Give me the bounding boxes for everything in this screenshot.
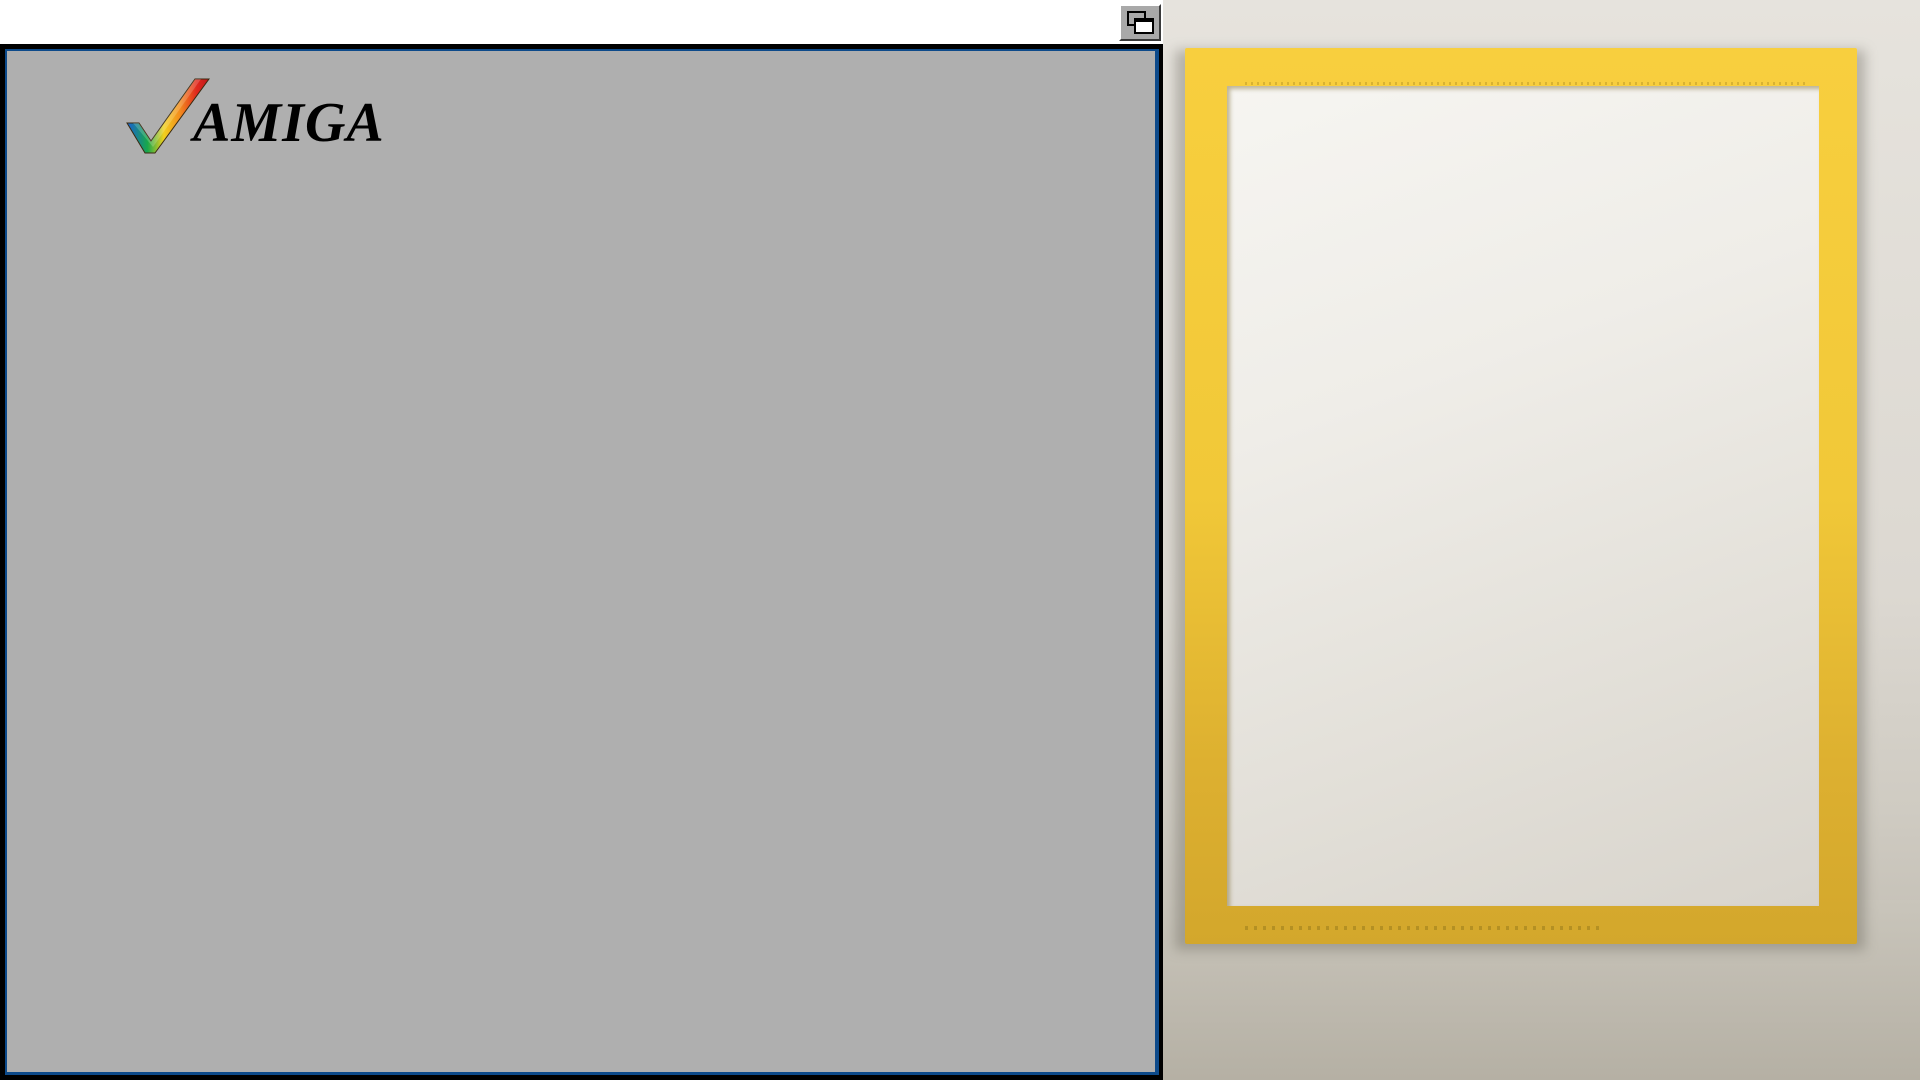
window-content-area: AMIGA [7, 51, 1155, 1072]
picture-frame-artwork [1163, 0, 1920, 1080]
frame-texture-top [1245, 82, 1805, 85]
depth-gadget-button[interactable] [1119, 4, 1161, 41]
amiga-screen: AMIGA [0, 0, 1920, 1080]
blank-canvas [1227, 86, 1819, 906]
window-border: AMIGA [5, 49, 1159, 1075]
amiga-logo-text: AMIGA [193, 92, 385, 154]
main-window: AMIGA [0, 44, 1163, 1080]
window-depth-icon [1127, 11, 1154, 34]
frame-texture-bottom [1245, 926, 1605, 930]
amiga-logo: AMIGA [125, 77, 435, 157]
window-title-bar[interactable] [0, 0, 1163, 44]
yellow-picture-frame [1185, 48, 1857, 944]
